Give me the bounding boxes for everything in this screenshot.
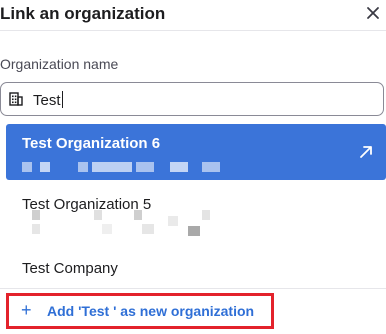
header-divider (0, 30, 386, 31)
organization-name-label: Organization name (0, 56, 119, 72)
building-icon (9, 92, 23, 106)
result-item[interactable]: Test Company (6, 260, 386, 284)
organization-name-input[interactable]: Test (0, 82, 384, 116)
organization-name-value: Test (33, 91, 64, 109)
dialog-header: Link an organization (0, 0, 386, 30)
results-list: Test Organization 6 Test Organization 5 (0, 120, 386, 288)
add-new-organization-button[interactable]: + Add 'Test ' as new organization (6, 293, 274, 329)
add-new-organization-label: Add 'Test ' as new organization (47, 303, 255, 319)
result-item-name: Test Organization 6 (22, 135, 161, 152)
dialog-title: Link an organization (0, 4, 166, 23)
text-caret (61, 91, 64, 108)
plus-icon: + (21, 300, 32, 320)
open-arrow-icon[interactable] (358, 144, 374, 160)
result-item[interactable]: Test Organization 5 (6, 196, 386, 240)
input-text: Test (33, 92, 61, 109)
result-item[interactable]: Test Organization 6 (6, 124, 386, 180)
close-button[interactable] (362, 2, 384, 24)
result-item-name: Test Company (22, 260, 118, 277)
close-icon (367, 7, 379, 19)
footer-divider (0, 288, 386, 289)
result-item-name: Test Organization 5 (22, 196, 152, 213)
